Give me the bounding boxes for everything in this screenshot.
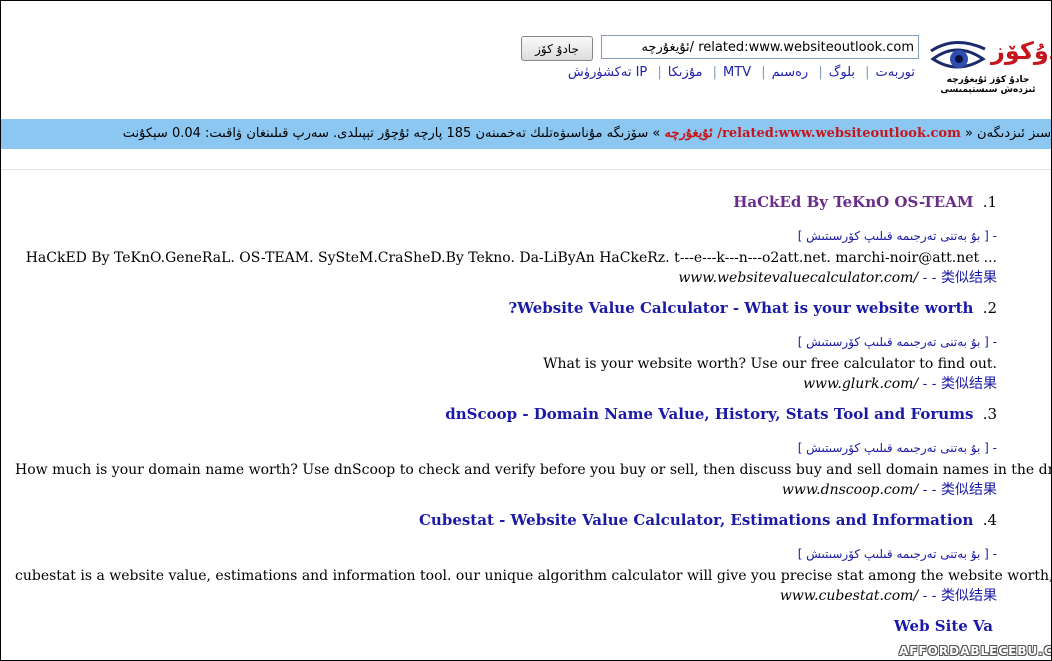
status-prefix: سىز ئىزدىگەن « bbox=[964, 126, 1051, 141]
result-title-row: HaCkEd By TeKnO OS-TEAM .1 bbox=[15, 191, 997, 213]
result-item: Cubestat - Website Value Calculator, Est… bbox=[15, 509, 1052, 606]
nav-separator: | bbox=[712, 65, 718, 80]
result-item: ?Website Value Calculator - What is your… bbox=[15, 297, 997, 394]
result-item: HaCkEd By TeKnO OS-TEAM .1 - [ بۇ بەتنى … bbox=[15, 191, 997, 288]
status-suffix: » سۆزىگە مۇناسىۋەتلىك تەخمىنەن 185 پارچە… bbox=[122, 126, 661, 141]
result-url: www.dnscoop.com/ bbox=[781, 482, 919, 498]
nav-separator: | bbox=[657, 65, 662, 80]
result-number: .1 bbox=[982, 193, 997, 211]
separator-dash: - - bbox=[922, 270, 937, 286]
similar-results-link[interactable]: 类似结果 bbox=[941, 270, 997, 286]
result-url: www.cubestat.com/ bbox=[779, 588, 919, 604]
similar-results-link[interactable]: 类似结果 bbox=[941, 588, 997, 604]
nav-item-blog[interactable]: بلوگ bbox=[829, 65, 855, 80]
result-title-link[interactable]: Cubestat - Website Value Calculator, Est… bbox=[419, 511, 973, 529]
result-title-row: ?Website Value Calculator - What is your… bbox=[15, 297, 997, 319]
nav-item-web[interactable]: توربەت bbox=[876, 65, 915, 80]
similar-results-link[interactable]: 类似结果 bbox=[941, 376, 997, 392]
watermark: AFFORDABLECEBU.COM bbox=[899, 644, 1051, 658]
result-status-bar: سىز ئىزدىگەن « related:www.websiteoutloo… bbox=[1, 119, 1051, 149]
browser-frame: جادۇكۆز جادۇ كۆز ئۇيغۇرچە ئىزدەش سىستېمى… bbox=[0, 0, 1052, 661]
nav-separator: | bbox=[865, 65, 870, 80]
nav-item-mtv[interactable]: MTV bbox=[723, 65, 751, 80]
translate-link[interactable]: - [ بۇ بەتنى تەرجىمە قىلىپ كۆرسىتىش ] bbox=[15, 333, 997, 352]
result-item: Web Site Va bbox=[15, 615, 997, 637]
translate-link[interactable]: - [ بۇ بەتنى تەرجىمە قىلىپ كۆرسىتىش ] bbox=[15, 439, 997, 458]
result-url-row: www.cubestat.com/ - - 类似结果 bbox=[15, 586, 997, 606]
result-url-row: www.websitevaluecalculator.com/ - - 类似结果 bbox=[15, 268, 997, 288]
nav-separator: | bbox=[818, 65, 823, 80]
nav-separator: | bbox=[761, 65, 766, 80]
separator-dash: - - bbox=[922, 588, 937, 604]
result-snippet: What is your website worth? Use our free… bbox=[543, 356, 997, 372]
nav-item-music[interactable]: مۇزىكا bbox=[668, 65, 703, 80]
translate-link[interactable]: - [ بۇ بەتنى تەرجىمە قىلىپ كۆرسىتىش ] bbox=[15, 227, 997, 246]
divider bbox=[1, 169, 1051, 170]
result-url: www.glurk.com/ bbox=[803, 376, 919, 392]
search-button[interactable]: جادۇ كۆز bbox=[521, 36, 593, 61]
separator-dash: - - bbox=[922, 482, 937, 498]
result-title-row: Web Site Va bbox=[15, 615, 997, 637]
result-number: .2 bbox=[982, 299, 997, 317]
result-title-row: Cubestat - Website Value Calculator, Est… bbox=[15, 509, 997, 531]
result-item: dnScoop - Domain Name Value, History, St… bbox=[15, 403, 1052, 500]
result-snippet: How much is your domain name worth? Use … bbox=[15, 462, 1052, 478]
result-snippet: HaCkED By TeKnO.GeneRaL. OS-TEAM. SySteM… bbox=[25, 250, 997, 266]
status-query: related:www.websiteoutlook.com/ ئۇيغۇرچە bbox=[664, 126, 961, 141]
top-nav: توربەت | بلوگ | رەسىم | MTV | مۇزىكا | IP تەك… bbox=[568, 65, 915, 80]
header: جادۇكۆز جادۇ كۆز ئۇيغۇرچە ئىزدەش سىستېمى… bbox=[1, 1, 1051, 119]
result-title-row: dnScoop - Domain Name Value, History, St… bbox=[15, 403, 997, 425]
result-number: .4 bbox=[982, 511, 997, 529]
result-url: www.websitevaluecalculator.com/ bbox=[678, 270, 919, 286]
result-url-row: www.dnscoop.com/ - - 类似结果 bbox=[15, 480, 997, 500]
result-title-link[interactable]: ?Website Value Calculator - What is your… bbox=[508, 299, 973, 317]
similar-results-link[interactable]: 类似结果 bbox=[941, 482, 997, 498]
result-snippet: cubestat is a website value, estimations… bbox=[15, 568, 1052, 584]
logo-text: جادۇكۆز bbox=[991, 37, 1051, 65]
result-url-row: www.glurk.com/ - - 类似结果 bbox=[15, 374, 997, 394]
result-number: .3 bbox=[982, 405, 997, 423]
search-input[interactable] bbox=[601, 35, 919, 59]
translate-link[interactable]: - [ بۇ بەتنى تەرجىمە قىلىپ كۆرسىتىش ] bbox=[15, 545, 997, 564]
results-list: HaCkEd By TeKnO OS-TEAM .1 - [ بۇ بەتنى … bbox=[15, 191, 1052, 646]
result-title-link[interactable]: HaCkEd By TeKnO OS-TEAM bbox=[733, 193, 973, 211]
separator-dash: - - bbox=[922, 376, 937, 392]
result-title-link[interactable]: dnScoop - Domain Name Value, History, St… bbox=[445, 405, 973, 423]
logo-subtitle: جادۇ كۆز ئۇيغۇرچە ئىزدەش سىستېمىسى bbox=[940, 75, 1036, 95]
nav-item-ip-check[interactable]: IP تەكشۈرۈش bbox=[568, 65, 647, 80]
nav-item-images[interactable]: رەسىم bbox=[772, 65, 809, 80]
result-title-link[interactable]: Web Site Va bbox=[894, 617, 993, 635]
